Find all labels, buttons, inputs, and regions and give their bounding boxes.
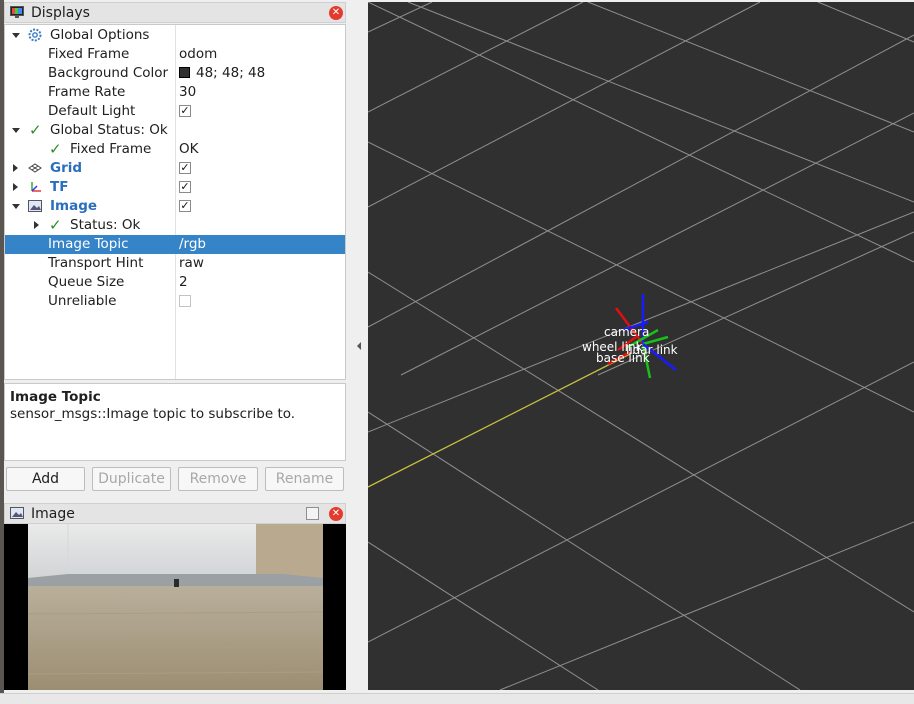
image-icon (28, 200, 42, 212)
tree-row-default-light[interactable]: Default Light ✓ (5, 102, 345, 121)
color-swatch[interactable] (179, 67, 190, 78)
row-label: Frame Rate (48, 84, 126, 100)
expand-arrow-icon[interactable] (12, 204, 20, 209)
description-title: Image Topic (10, 389, 101, 405)
image-icon (10, 507, 24, 519)
expand-arrow-icon[interactable] (12, 128, 20, 133)
displays-panel-title-bar: Displays ✕ (4, 2, 346, 23)
tree-row-background-color[interactable]: Background Color 48; 48; 48 (5, 64, 345, 83)
property-description: Image Topic sensor_msgs::Image topic to … (4, 383, 346, 461)
tree-row-global-options[interactable]: Global Options (5, 26, 345, 45)
camera-image-view (4, 524, 346, 690)
grid-enabled-checkbox[interactable]: ✓ (179, 162, 191, 174)
tree-row-queue-size[interactable]: Queue Size 2 (5, 273, 345, 292)
expand-arrow-icon[interactable] (13, 164, 18, 172)
row-label: Status: Ok (70, 217, 141, 233)
image-topic-value[interactable]: /rgb (179, 236, 206, 252)
image-panel-title-bar: Image ✕ (4, 503, 346, 524)
expand-arrow-icon[interactable] (13, 183, 18, 191)
tree-row-grid[interactable]: Grid ✓ (5, 159, 345, 178)
row-label: Background Color (48, 65, 169, 81)
expand-arrow-icon[interactable] (12, 33, 20, 38)
monitor-icon (10, 6, 24, 18)
grid-scene: camera wheel link base link lidar link (368, 2, 914, 690)
axes-icon (31, 182, 41, 192)
background-color-value[interactable]: 48; 48; 48 (179, 65, 265, 81)
row-label: Default Light (48, 103, 136, 119)
transport-hint-value[interactable]: raw (179, 255, 204, 271)
undock-icon[interactable] (306, 507, 319, 520)
default-light-checkbox[interactable]: ✓ (179, 105, 191, 117)
description-text: sensor_msgs::Image topic to subscribe to… (10, 406, 296, 422)
frame-label-lidar: lidar link (626, 343, 678, 357)
image-enabled-checkbox[interactable]: ✓ (179, 200, 191, 212)
expand-arrow-icon[interactable] (34, 221, 39, 229)
gear-icon (28, 28, 42, 42)
row-label: Grid (50, 160, 83, 176)
tree-row-tf[interactable]: TF ✓ (5, 178, 345, 197)
row-label: Global Options (50, 27, 150, 43)
tf-enabled-checkbox[interactable]: ✓ (179, 181, 191, 193)
image-panel-title: Image (31, 506, 75, 522)
displays-tree[interactable]: Global Options Fixed Frame odom Backgrou… (4, 24, 346, 380)
tree-row-image[interactable]: Image ✓ (5, 197, 345, 216)
frame-label-camera: camera (604, 325, 649, 339)
tree-row-image-topic[interactable]: Image Topic /rgb (5, 235, 345, 254)
frame-rate-value[interactable]: 30 (179, 84, 196, 100)
row-label: Image Topic (48, 236, 129, 252)
grid-icon (28, 163, 42, 173)
remove-button[interactable]: Remove (178, 467, 258, 491)
background-color-text: 48; 48; 48 (196, 65, 266, 81)
close-icon[interactable]: ✕ (329, 6, 343, 20)
tree-row-image-status[interactable]: ✓ Status: Ok (5, 216, 345, 235)
duplicate-button[interactable]: Duplicate (92, 467, 171, 491)
tree-row-fixed-frame[interactable]: Fixed Frame odom (5, 45, 345, 64)
rename-button[interactable]: Rename (265, 467, 344, 491)
tree-row-global-status[interactable]: ✓ Global Status: Ok (5, 121, 345, 140)
check-ok-icon: ✓ (49, 216, 62, 234)
row-label: Unreliable (48, 293, 117, 309)
fixed-frame-value[interactable]: odom (179, 46, 217, 62)
add-button[interactable]: Add (6, 467, 85, 491)
unreliable-checkbox[interactable] (179, 295, 191, 307)
row-label: Image (50, 198, 98, 214)
displays-title: Displays (31, 5, 90, 21)
tree-row-status-fixed-frame[interactable]: ✓ Fixed Frame OK (5, 140, 345, 159)
status-fixed-frame-value: OK (179, 141, 199, 157)
render-3d-view[interactable]: camera wheel link base link lidar link (368, 2, 914, 690)
queue-size-value[interactable]: 2 (179, 274, 188, 290)
check-ok-icon: ✓ (29, 121, 42, 139)
row-label: Fixed Frame (70, 141, 152, 157)
splitter-handle-icon[interactable] (357, 342, 361, 350)
row-label: Transport Hint (48, 255, 144, 271)
check-ok-icon: ✓ (49, 140, 62, 158)
camera-image (28, 524, 323, 690)
row-label: Global Status: Ok (50, 122, 168, 138)
tree-row-frame-rate[interactable]: Frame Rate 30 (5, 83, 345, 102)
status-bar (0, 693, 914, 704)
tree-row-unreliable[interactable]: Unreliable (5, 292, 345, 311)
tree-row-transport-hint[interactable]: Transport Hint raw (5, 254, 345, 273)
close-icon[interactable]: ✕ (329, 507, 343, 521)
row-label: TF (50, 179, 69, 195)
row-label: Fixed Frame (48, 46, 130, 62)
row-label: Queue Size (48, 274, 125, 290)
